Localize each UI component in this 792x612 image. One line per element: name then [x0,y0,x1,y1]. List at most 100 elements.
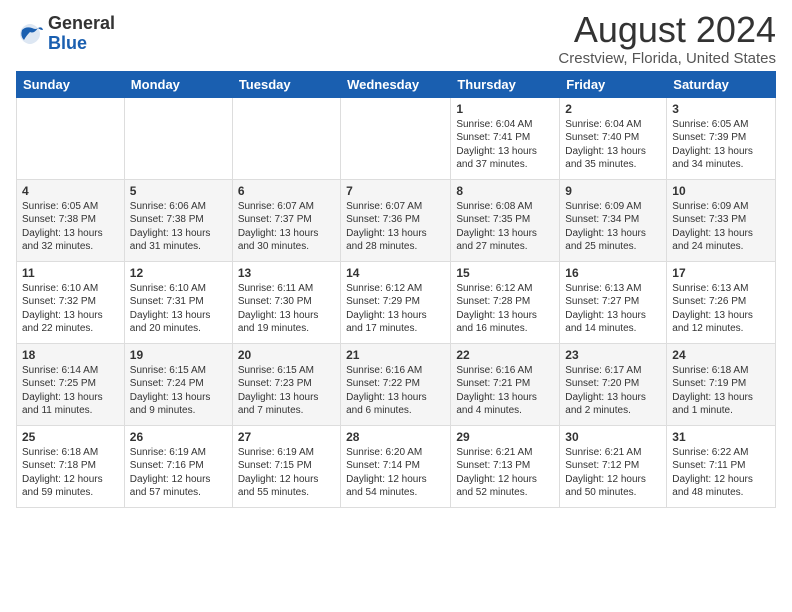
table-row: 28 Sunrise: 6:20 AM Sunset: 7:14 PM Dayli… [341,425,451,507]
day-info: Sunrise: 6:10 AM Sunset: 7:31 PM Dayligh… [130,282,227,336]
table-row: 3 Sunrise: 6:05 AM Sunset: 7:39 PM Daylig… [667,97,776,179]
day-info: Sunrise: 6:05 AM Sunset: 7:38 PM Dayligh… [22,200,119,254]
day-number: 13 [238,266,335,280]
col-tuesday: Tuesday [232,71,340,97]
day-info: Sunrise: 6:09 AM Sunset: 7:33 PM Dayligh… [672,200,770,254]
day-number: 27 [238,430,335,444]
table-row: 16Sunrise: 6:13 AM Sunset: 7:27 PM Dayli… [560,261,667,343]
day-info: Sunrise: 6:06 AM Sunset: 7:38 PM Dayligh… [130,200,227,254]
table-row: 11Sunrise: 6:10 AM Sunset: 7:32 PM Dayli… [17,261,125,343]
logo-text: General Blue [48,14,115,54]
day-number: 19 [130,348,227,362]
day-number: 2 [565,102,661,116]
day-number: 7 [346,184,445,198]
day-number: 5 [130,184,227,198]
table-row: 10 Sunrise: 6:09 AM Sunset: 7:33 PM Dayli… [667,179,776,261]
calendar-week-4: 18 Sunrise: 6:14 AM Sunset: 7:25 PM Dayli… [17,343,776,425]
col-saturday: Saturday [667,71,776,97]
day-info: Sunrise: 6:19 AM Sunset: 7:16 PM Dayligh… [130,446,227,500]
day-number: 18 [22,348,119,362]
day-number: 14 [346,266,445,280]
day-info: Sunrise: 6:12 AM Sunset: 7:28 PM Dayligh… [456,282,554,336]
day-info: Sunrise: 6:05 AM Sunset: 7:39 PM Dayligh… [672,118,770,172]
col-friday: Friday [560,71,667,97]
table-row: 30 Sunrise: 6:21 AM Sunset: 7:12 PM Dayli… [560,425,667,507]
col-monday: Monday [124,71,232,97]
day-number: 1 [456,102,554,116]
table-row: 20 Sunrise: 6:15 AM Sunset: 7:23 PM Dayli… [232,343,340,425]
day-number: 6 [238,184,335,198]
day-info: Sunrise: 6:07 AM Sunset: 7:36 PM Dayligh… [346,200,445,254]
day-number: 31 [672,430,770,444]
day-info: Sunrise: 6:21 AM Sunset: 7:13 PM Dayligh… [456,446,554,500]
table-row: 6Sunrise: 6:07 AM Sunset: 7:37 PM Daylig… [232,179,340,261]
table-row: 22Sunrise: 6:16 AM Sunset: 7:21 PM Dayli… [451,343,560,425]
day-number: 10 [672,184,770,198]
col-wednesday: Wednesday [341,71,451,97]
calendar-week-2: 4 Sunrise: 6:05 AM Sunset: 7:38 PM Daylig… [17,179,776,261]
table-row: 24 Sunrise: 6:18 AM Sunset: 7:19 PM Dayli… [667,343,776,425]
table-row: 21Sunrise: 6:16 AM Sunset: 7:22 PM Dayli… [341,343,451,425]
day-info: Sunrise: 6:14 AM Sunset: 7:25 PM Dayligh… [22,364,119,418]
day-info: Sunrise: 6:09 AM Sunset: 7:34 PM Dayligh… [565,200,661,254]
location-text: Crestview, Florida, United States [558,50,776,67]
month-title: August 2024 [558,10,776,50]
table-row: 4 Sunrise: 6:05 AM Sunset: 7:38 PM Daylig… [17,179,125,261]
calendar-table: Sunday Monday Tuesday Wednesday Thursday… [16,71,776,508]
day-number: 29 [456,430,554,444]
table-row: 5 Sunrise: 6:06 AM Sunset: 7:38 PM Daylig… [124,179,232,261]
table-row: 2 Sunrise: 6:04 AM Sunset: 7:40 PM Daylig… [560,97,667,179]
day-number: 11 [22,266,119,280]
day-number: 8 [456,184,554,198]
table-row: 27 Sunrise: 6:19 AM Sunset: 7:15 PM Dayli… [232,425,340,507]
col-thursday: Thursday [451,71,560,97]
day-number: 30 [565,430,661,444]
day-info: Sunrise: 6:16 AM Sunset: 7:22 PM Dayligh… [346,364,445,418]
table-row: 7 Sunrise: 6:07 AM Sunset: 7:36 PM Daylig… [341,179,451,261]
day-number: 28 [346,430,445,444]
day-info: Sunrise: 6:04 AM Sunset: 7:41 PM Dayligh… [456,118,554,172]
day-info: Sunrise: 6:08 AM Sunset: 7:35 PM Dayligh… [456,200,554,254]
table-row: 9 Sunrise: 6:09 AM Sunset: 7:34 PM Daylig… [560,179,667,261]
calendar-week-1: 1 Sunrise: 6:04 AM Sunset: 7:41 PM Daylig… [17,97,776,179]
table-row: 1 Sunrise: 6:04 AM Sunset: 7:41 PM Daylig… [451,97,560,179]
table-row: 12Sunrise: 6:10 AM Sunset: 7:31 PM Dayli… [124,261,232,343]
table-row: 31Sunrise: 6:22 AM Sunset: 7:11 PM Dayli… [667,425,776,507]
day-info: Sunrise: 6:18 AM Sunset: 7:19 PM Dayligh… [672,364,770,418]
day-info: Sunrise: 6:16 AM Sunset: 7:21 PM Dayligh… [456,364,554,418]
calendar-week-5: 25Sunrise: 6:18 AM Sunset: 7:18 PM Dayli… [17,425,776,507]
table-row [341,97,451,179]
table-row: 13 Sunrise: 6:11 AM Sunset: 7:30 PM Dayli… [232,261,340,343]
header: General Blue August 2024 Crestview, Flor… [16,10,776,67]
day-number: 3 [672,102,770,116]
day-number: 20 [238,348,335,362]
calendar-header-row: Sunday Monday Tuesday Wednesday Thursday… [17,71,776,97]
table-row: 29 Sunrise: 6:21 AM Sunset: 7:13 PM Dayli… [451,425,560,507]
title-block: August 2024 Crestview, Florida, United S… [558,10,776,67]
day-info: Sunrise: 6:15 AM Sunset: 7:24 PM Dayligh… [130,364,227,418]
day-info: Sunrise: 6:11 AM Sunset: 7:30 PM Dayligh… [238,282,335,336]
page: General Blue August 2024 Crestview, Flor… [0,0,792,518]
day-info: Sunrise: 6:21 AM Sunset: 7:12 PM Dayligh… [565,446,661,500]
day-info: Sunrise: 6:19 AM Sunset: 7:15 PM Dayligh… [238,446,335,500]
day-info: Sunrise: 6:13 AM Sunset: 7:26 PM Dayligh… [672,282,770,336]
logo-bird-icon [16,20,44,48]
table-row: 14Sunrise: 6:12 AM Sunset: 7:29 PM Dayli… [341,261,451,343]
day-number: 9 [565,184,661,198]
table-row [124,97,232,179]
day-info: Sunrise: 6:04 AM Sunset: 7:40 PM Dayligh… [565,118,661,172]
day-info: Sunrise: 6:15 AM Sunset: 7:23 PM Dayligh… [238,364,335,418]
table-row: 15Sunrise: 6:12 AM Sunset: 7:28 PM Dayli… [451,261,560,343]
day-info: Sunrise: 6:13 AM Sunset: 7:27 PM Dayligh… [565,282,661,336]
table-row: 23Sunrise: 6:17 AM Sunset: 7:20 PM Dayli… [560,343,667,425]
day-info: Sunrise: 6:20 AM Sunset: 7:14 PM Dayligh… [346,446,445,500]
day-number: 4 [22,184,119,198]
table-row: 25Sunrise: 6:18 AM Sunset: 7:18 PM Dayli… [17,425,125,507]
logo-general-text: General [48,13,115,33]
day-info: Sunrise: 6:18 AM Sunset: 7:18 PM Dayligh… [22,446,119,500]
day-number: 24 [672,348,770,362]
table-row: 17Sunrise: 6:13 AM Sunset: 7:26 PM Dayli… [667,261,776,343]
calendar-week-3: 11Sunrise: 6:10 AM Sunset: 7:32 PM Dayli… [17,261,776,343]
col-sunday: Sunday [17,71,125,97]
table-row [232,97,340,179]
